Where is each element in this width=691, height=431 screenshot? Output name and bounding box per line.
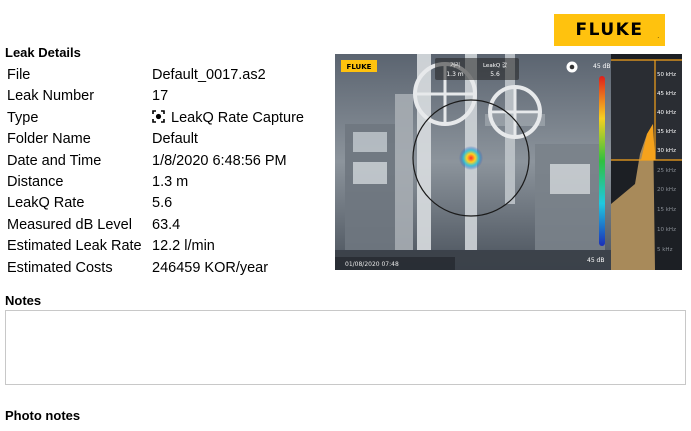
fluke-logo: FLUKE .: [554, 14, 665, 46]
label-measured-db: Measured dB Level: [7, 216, 132, 233]
freq-label-20: 20 kHz: [657, 187, 676, 193]
photo-distance-label: 거리: [450, 61, 460, 69]
label-folder-name: Folder Name: [7, 131, 91, 148]
notes-box: [5, 310, 686, 385]
photo-distance-value: 1.3 m: [446, 71, 463, 78]
freq-label-10: 10 kHz: [657, 227, 676, 233]
leakq-capture-icon: [152, 109, 165, 123]
value-leakq-rate: 5.6: [152, 195, 173, 212]
photo-fluke-badge-text: FLUKE: [347, 63, 372, 71]
acoustic-image-scene: FLUKE 거리 1.3 m LeakQ 값 5.6 45 dB 45 dB 0…: [335, 54, 682, 270]
db-color-scale: [599, 76, 605, 246]
photo-leakq-value: 5.6: [490, 71, 500, 78]
photo-timestamp: 01/08/2020 07:48: [345, 261, 399, 268]
value-file: Default_0017.as2: [152, 67, 266, 83]
value-date-time: 1/8/2020 6:48:56 PM: [152, 152, 287, 169]
freq-label-5: 5 kHz: [657, 247, 673, 253]
photo-notes-title: Photo notes: [5, 408, 81, 423]
label-file: File: [7, 67, 31, 83]
leak-hotspot: [459, 146, 483, 170]
acoustic-image: FLUKE 거리 1.3 m LeakQ 값 5.6 45 dB 45 dB 0…: [335, 54, 682, 270]
photo-db-bottom: 45 dB: [587, 257, 604, 264]
logo-text: FLUKE: [575, 20, 644, 40]
logo-mark: .: [657, 34, 659, 40]
label-type: Type: [7, 109, 39, 126]
label-distance: Distance: [7, 173, 64, 190]
freq-label-50: 50 kHz: [657, 72, 676, 78]
freq-label-30: 30 kHz: [657, 148, 676, 154]
value-type-wrap: LeakQ Rate Capture: [152, 108, 304, 129]
label-date-time: Date and Time: [7, 152, 102, 169]
leak-details-title: Leak Details: [5, 45, 81, 60]
label-estimated-costs: Estimated Costs: [7, 259, 113, 276]
value-type: LeakQ Rate Capture: [171, 109, 304, 126]
photo-leakq-label: LeakQ 값: [483, 61, 507, 69]
value-measured-db: 63.4: [152, 216, 181, 233]
freq-label-35: 35 kHz: [657, 129, 676, 135]
label-estimated-leak-rate: Estimated Leak Rate: [7, 238, 142, 255]
freq-label-15: 15 kHz: [657, 207, 676, 213]
notes-title: Notes: [5, 293, 42, 308]
freq-label-25: 25 kHz: [657, 168, 676, 174]
value-folder-name: Default: [152, 131, 198, 148]
freq-label-40: 40 kHz: [657, 110, 676, 116]
label-leak-number: Leak Number: [7, 88, 95, 105]
photo-db-top: 45 dB: [593, 63, 610, 70]
freq-label-45: 45 kHz: [657, 91, 676, 97]
value-estimated-costs: 246459 KOR/year: [152, 259, 269, 276]
value-distance: 1.3 m: [152, 173, 189, 190]
value-estimated-leak-rate: 12.2 l/min: [152, 238, 215, 255]
label-leakq-rate: LeakQ Rate: [7, 195, 85, 212]
value-leak-number: 17: [152, 88, 169, 105]
